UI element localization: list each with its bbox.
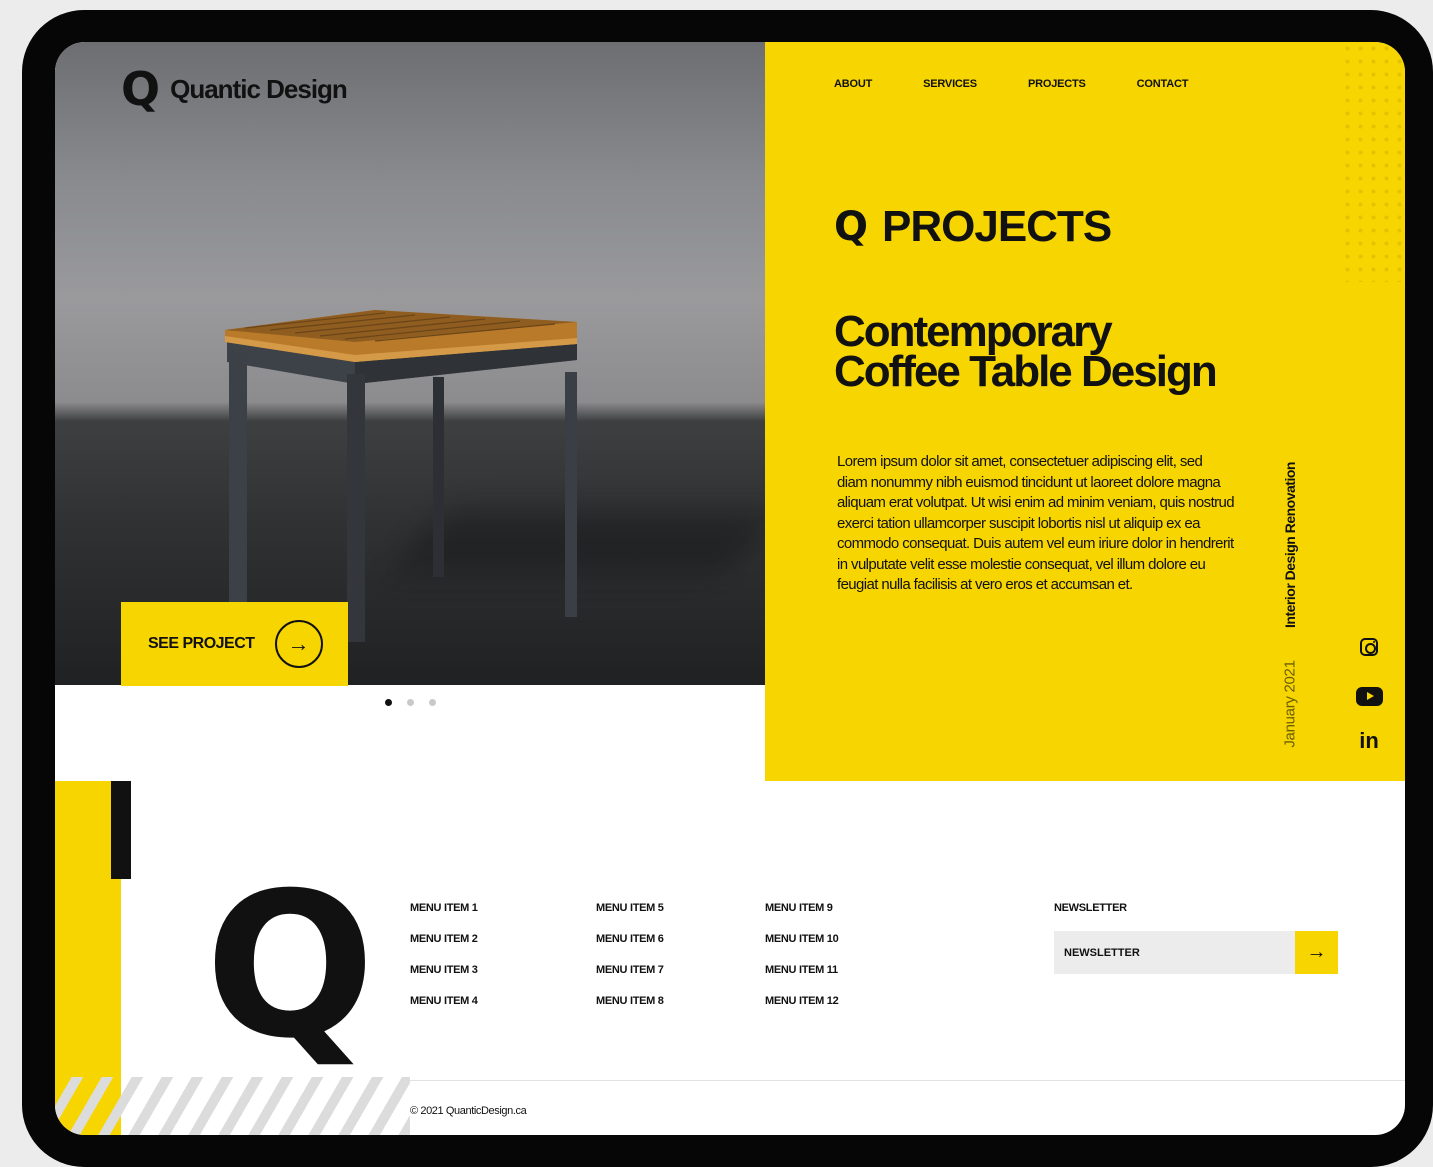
- footer-menu-item[interactable]: MENU ITEM 4: [410, 995, 478, 1026]
- projects-heading: Q PROJECTS: [834, 202, 1112, 252]
- newsletter-title: NEWSLETTER: [1054, 902, 1127, 914]
- project-category: Interior Design Renovation: [1282, 462, 1298, 628]
- main-nav: ABOUT SERVICES PROJECTS CONTACT: [834, 78, 1239, 90]
- footer-menu-item[interactable]: MENU ITEM 6: [596, 933, 664, 964]
- copyright-text: © 2021 QuanticDesign.ca: [410, 1105, 527, 1117]
- footer-menu-item[interactable]: MENU ITEM 8: [596, 995, 664, 1026]
- newsletter-submit-button[interactable]: →: [1295, 931, 1338, 974]
- footer-menu-col-2: MENU ITEM 5 MENU ITEM 6 MENU ITEM 7 MENU…: [596, 902, 664, 1026]
- footer-menu-item[interactable]: MENU ITEM 3: [410, 964, 478, 995]
- footer-menu-item[interactable]: MENU ITEM 12: [765, 995, 839, 1026]
- footer-menu-item[interactable]: MENU ITEM 7: [596, 964, 664, 995]
- nav-contact[interactable]: CONTACT: [1137, 78, 1189, 90]
- brand-name: Quantic Design: [170, 73, 348, 104]
- project-panel: ABOUT SERVICES PROJECTS CONTACT Q PROJEC…: [765, 42, 1405, 781]
- project-description: Lorem ipsum dolor sit amet, consectetuer…: [837, 453, 1235, 593]
- arrow-right-icon: →: [274, 620, 323, 668]
- section-title: PROJECTS: [882, 202, 1112, 251]
- footer-menu-item[interactable]: MENU ITEM 9: [765, 902, 838, 933]
- footer-accent-bar: [111, 781, 131, 879]
- project-date: January 2021: [1281, 660, 1299, 748]
- slider-dot-1[interactable]: [385, 699, 392, 706]
- linkedin-icon[interactable]: in: [1354, 728, 1384, 754]
- footer-q-logo-icon: Q: [205, 850, 376, 1083]
- slider-dot-2[interactable]: [407, 699, 414, 706]
- footer-stripes: [55, 1077, 410, 1135]
- dot-pattern: [1341, 42, 1405, 282]
- slider-dot-3[interactable]: [429, 699, 436, 706]
- table-photo: [225, 310, 577, 642]
- see-project-label: SEE PROJECT: [148, 635, 255, 652]
- footer-divider: [410, 1080, 1405, 1081]
- arrow-right-icon: →: [1306, 941, 1327, 963]
- footer-menu-item[interactable]: MENU ITEM 10: [765, 933, 839, 964]
- see-project-button[interactable]: SEE PROJECT →: [121, 602, 348, 686]
- nav-about[interactable]: ABOUT: [834, 78, 872, 90]
- youtube-icon[interactable]: [1356, 687, 1383, 706]
- brand-logo[interactable]: Q Quantic Design: [121, 62, 348, 116]
- hero-image: Q Quantic Design SEE PROJECT →: [55, 42, 777, 686]
- q-logo-icon: Q: [834, 204, 869, 250]
- project-headline: Contemporary Coffee Table Design: [834, 310, 1264, 394]
- footer-menu-item[interactable]: MENU ITEM 1: [410, 902, 478, 933]
- slider-dots: [385, 699, 436, 706]
- instagram-icon[interactable]: [1360, 638, 1378, 656]
- footer-menu-col-1: MENU ITEM 1 MENU ITEM 2 MENU ITEM 3 MENU…: [410, 902, 478, 1026]
- footer-menu-item[interactable]: MENU ITEM 2: [410, 933, 478, 964]
- newsletter-input[interactable]: [1054, 931, 1295, 974]
- footer-menu-col-3: MENU ITEM 9 MENU ITEM 10 MENU ITEM 11 ME…: [765, 902, 839, 1026]
- logo-q-icon: Q: [121, 62, 161, 116]
- nav-projects[interactable]: PROJECTS: [1028, 78, 1086, 90]
- nav-services[interactable]: SERVICES: [923, 78, 977, 90]
- website-screen: Q Quantic Design SEE PROJECT → ABOUT SER…: [55, 42, 1405, 1135]
- footer-menu-item[interactable]: MENU ITEM 5: [596, 902, 664, 933]
- headline-line-2: Coffee Table Design: [834, 347, 1218, 396]
- footer-menu-item[interactable]: MENU ITEM 11: [765, 964, 838, 995]
